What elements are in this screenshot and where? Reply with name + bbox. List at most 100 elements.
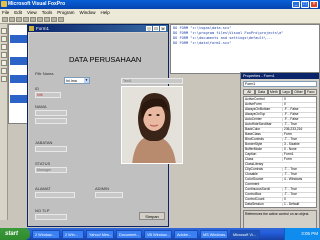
print-icon[interactable] <box>23 17 29 22</box>
property-value[interactable]: 0 - None <box>282 147 316 151</box>
property-value[interactable]: .T. - True <box>282 137 316 141</box>
property-value[interactable]: 4 - Windows <box>282 177 316 181</box>
property-value[interactable]: .F. - False <box>282 112 316 116</box>
notlp-textbox[interactable] <box>35 214 67 220</box>
property-value[interactable]: .T. - True <box>282 167 316 171</box>
copy-icon[interactable] <box>37 17 43 22</box>
property-name: AlwaysOnTop <box>245 112 266 116</box>
property-value[interactable]: 0 <box>282 102 316 106</box>
property-value[interactable]: Form <box>282 132 316 136</box>
property-value[interactable]: Form <box>282 157 316 161</box>
combo-tool-icon[interactable] <box>1 68 7 74</box>
open-icon[interactable] <box>9 17 15 22</box>
project-item[interactable] <box>10 75 27 83</box>
id-textbox[interactable]: NIK <box>35 92 61 98</box>
property-value[interactable]: Form1 <box>282 152 316 156</box>
menu-edit[interactable]: Edit <box>14 9 22 16</box>
code-line: DO FORM "c:\data\form1.scx" <box>173 41 232 45</box>
minimize-button[interactable]: _ <box>292 1 300 8</box>
property-value[interactable]: 0 <box>282 97 316 101</box>
project-item[interactable] <box>10 57 27 65</box>
jabatan-textbox[interactable] <box>35 146 67 152</box>
form-minimize-button[interactable]: _ <box>146 26 152 31</box>
admin-textbox[interactable] <box>95 192 123 198</box>
tab-layout[interactable]: Layo <box>279 89 293 95</box>
taskbar-item[interactable]: Document... <box>116 229 142 239</box>
tab-favorites[interactable]: Favo <box>304 89 317 95</box>
field-label-status: STATUS <box>35 161 51 166</box>
form-canvas[interactable]: DATA PERUSAHAAN Filtr Nama Ini.Ima ▼ ID … <box>29 33 183 226</box>
property-value[interactable]: 236,233,216 <box>282 127 316 131</box>
menu-program[interactable]: Program <box>57 9 74 16</box>
paste-icon[interactable] <box>44 17 50 22</box>
property-value[interactable]: .T. - True <box>282 172 316 176</box>
label-tool-icon[interactable] <box>1 36 7 42</box>
employee-photo <box>121 86 183 164</box>
property-value[interactable]: .T. - True <box>282 192 316 196</box>
undo-icon[interactable] <box>51 17 57 22</box>
tab-all[interactable]: All <box>243 89 256 95</box>
alamat-textbox[interactable] <box>35 192 75 198</box>
maximize-button[interactable]: □ <box>301 1 309 8</box>
nama-textbox-2[interactable] <box>35 118 67 124</box>
taskbar-item[interactable]: Yahoo! Mes... <box>86 229 114 239</box>
taskbar-item[interactable]: VB Window... <box>144 229 172 239</box>
button-tool-icon[interactable] <box>1 52 7 58</box>
property-description: References the active control on an obje… <box>243 210 317 230</box>
object-selector[interactable]: Form1 <box>243 81 317 87</box>
taskbar-item[interactable]: 2 Win... <box>62 229 84 239</box>
tab-data[interactable]: Data <box>255 89 268 95</box>
start-button[interactable]: start <box>0 228 30 240</box>
taskbar-item[interactable]: 2 Window... <box>32 229 60 239</box>
photo-path-textbox[interactable]: Text1 <box>121 78 183 84</box>
menu-view[interactable]: View <box>27 9 37 16</box>
run-icon[interactable] <box>58 17 64 22</box>
filter-name-combobox[interactable]: Ini.Ima ▼ <box>64 77 90 84</box>
form-maximize-button[interactable]: □ <box>153 26 159 31</box>
nama-textbox[interactable] <box>35 110 67 116</box>
pointer-tool-icon[interactable] <box>1 28 7 34</box>
property-value[interactable]: 3 - Sizable <box>282 142 316 146</box>
status-textbox[interactable]: Manager <box>35 167 67 173</box>
property-name: BaseClass <box>245 132 261 136</box>
taskbar-item-active[interactable]: Microsoft Vi... <box>230 229 260 239</box>
menu-file[interactable]: File <box>2 9 9 16</box>
ide-title-text: Microsoft Visual FoxPro <box>8 1 66 7</box>
ide-title-bar[interactable]: Microsoft Visual FoxPro <box>0 0 320 9</box>
taskbar-item[interactable]: MS Windows... <box>200 229 228 239</box>
menu-help[interactable]: Help <box>101 9 110 16</box>
tab-other[interactable]: Other <box>292 89 305 95</box>
cut-icon[interactable] <box>30 17 36 22</box>
close-button[interactable]: × <box>310 1 318 8</box>
command-window[interactable]: DO FORM "c:\tugas\data.scx" DO FORM "c:\… <box>170 24 320 74</box>
project-item[interactable] <box>10 35 27 43</box>
project-item[interactable] <box>10 95 27 103</box>
simpan-button[interactable]: Simpan <box>139 212 165 220</box>
property-row[interactable]: DataSession 1 - Default <box>244 202 316 207</box>
properties-title-bar[interactable]: Properties - Form1 <box>241 73 319 79</box>
form-title-bar[interactable]: Form1 _ □ x <box>28 25 168 32</box>
property-value[interactable]: 0 <box>282 197 316 201</box>
form-close-button[interactable]: x <box>160 26 166 31</box>
taskbar-item[interactable]: Adobe... <box>174 229 198 239</box>
checkbox-tool-icon[interactable] <box>1 60 7 66</box>
image-tool-icon[interactable] <box>1 76 7 82</box>
property-value[interactable]: .F. - False <box>282 107 316 111</box>
property-value[interactable]: .F. - False <box>282 117 316 121</box>
field-label-id: ID <box>35 86 39 91</box>
property-value[interactable]: 1 - Default <box>282 202 316 206</box>
menu-tools[interactable]: Tools <box>42 9 53 16</box>
chevron-down-icon[interactable]: ▼ <box>84 78 89 83</box>
standard-toolbar <box>0 16 320 24</box>
save-icon[interactable] <box>16 17 22 22</box>
property-name: Closable <box>245 172 258 176</box>
window-controls: _ □ × <box>292 1 318 8</box>
menu-window[interactable]: Window <box>80 9 96 16</box>
properties-tabs: All Data Meth Layo Other Favo <box>243 89 317 95</box>
tab-methods[interactable]: Meth <box>267 89 280 95</box>
field-label-admin: ADIMIN <box>95 186 109 191</box>
textbox-tool-icon[interactable] <box>1 44 7 50</box>
property-value[interactable]: .T. - True <box>282 187 316 191</box>
property-value[interactable]: .T. - True <box>282 122 316 126</box>
new-icon[interactable] <box>2 17 8 22</box>
